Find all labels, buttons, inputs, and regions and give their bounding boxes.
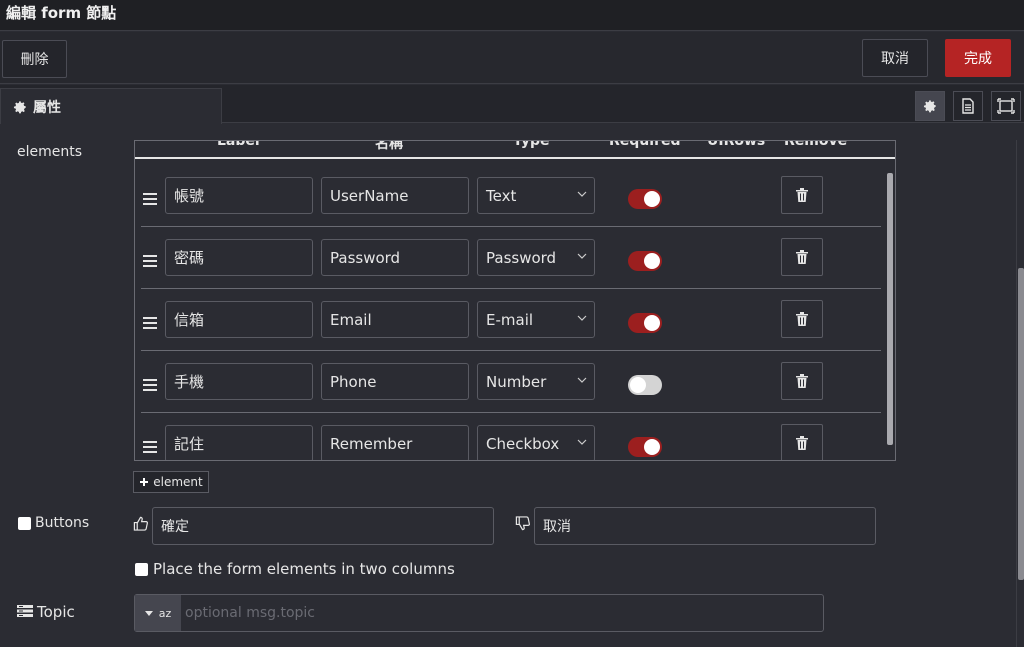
remove-button[interactable] (781, 424, 823, 460)
two-columns-checkbox[interactable] (135, 563, 148, 576)
elements-list: Label 名稱 Type Required UIRows Remove 帳號 … (134, 140, 896, 461)
label-input[interactable]: 手機 (165, 363, 313, 400)
remove-button[interactable] (781, 176, 823, 214)
trash-icon (796, 374, 808, 388)
column-header: Label (217, 140, 260, 149)
type-select[interactable]: E-mail (477, 301, 595, 338)
panel-scrollbar[interactable] (1016, 140, 1024, 647)
type-select-value: E-mail (486, 310, 534, 329)
thumbs-up-icon (133, 516, 148, 531)
drag-handle-icon[interactable] (143, 379, 157, 394)
chevron-down-icon (577, 315, 587, 321)
submit-button-input[interactable]: 確定 (152, 507, 494, 545)
required-toggle[interactable] (628, 375, 662, 395)
drag-handle-icon[interactable] (143, 441, 157, 456)
type-select-value: Password (486, 248, 557, 267)
appearance-icon (997, 98, 1015, 114)
column-header: Type (513, 140, 550, 149)
topic-field[interactable]: az optional msg.topic (134, 594, 824, 632)
description-icon (962, 98, 974, 114)
name-input[interactable]: Password (321, 239, 469, 276)
required-toggle[interactable] (628, 313, 662, 333)
gear-icon (13, 100, 26, 113)
drag-handle-icon[interactable] (143, 255, 157, 270)
cancel-button[interactable]: 取消 (862, 39, 928, 77)
thumbs-down-icon (515, 516, 530, 531)
trash-icon (796, 188, 808, 202)
drag-handle-icon[interactable] (143, 317, 157, 332)
name-input[interactable]: Email (321, 301, 469, 338)
name-input[interactable]: UserName (321, 177, 469, 214)
list-header: Label 名稱 Type Required UIRows Remove (135, 141, 895, 159)
label-input[interactable]: 記住 (165, 425, 313, 460)
remove-button[interactable] (781, 300, 823, 338)
topic-icon (17, 605, 33, 617)
type-select-value: Checkbox (486, 434, 560, 453)
list-item: 密碼 Password Password (141, 227, 881, 289)
title-bar: 編輯 form 節點 (0, 0, 1024, 31)
tab-appearance[interactable] (991, 91, 1021, 121)
buttons-checkbox[interactable] (18, 517, 31, 530)
chevron-down-icon (577, 439, 587, 445)
name-input[interactable]: Remember (321, 425, 469, 460)
trash-icon (796, 250, 808, 264)
chevron-down-icon (577, 191, 587, 197)
type-select-value: Number (486, 372, 547, 391)
topic-type-select[interactable]: az (135, 595, 181, 631)
list-item: 帳號 UserName Text (141, 165, 881, 227)
topic-placeholder: optional msg.topic (185, 605, 315, 621)
window-title: 編輯 form 節點 (6, 4, 117, 22)
done-button[interactable]: 完成 (945, 39, 1011, 77)
tab-settings[interactable] (915, 91, 945, 121)
drag-handle-icon[interactable] (143, 193, 157, 208)
required-toggle[interactable] (628, 437, 662, 457)
add-element-button[interactable]: element (133, 471, 209, 493)
trash-icon (796, 312, 808, 326)
tab-row: 屬性 (0, 85, 1024, 124)
topic-type-label: az (158, 606, 172, 620)
type-select-value: Text (486, 186, 517, 205)
type-select[interactable]: Checkbox (477, 425, 595, 460)
type-select[interactable]: Number (477, 363, 595, 400)
type-select[interactable]: Text (477, 177, 595, 214)
required-toggle[interactable] (628, 189, 662, 209)
gear-icon (923, 100, 936, 113)
column-header: UIRows (707, 140, 766, 149)
remove-button[interactable] (781, 238, 823, 276)
name-input[interactable]: Phone (321, 363, 469, 400)
tab-properties[interactable]: 屬性 (0, 88, 222, 124)
chevron-down-icon (577, 377, 587, 383)
plus-icon (140, 478, 149, 486)
properties-panel: elements Label 名稱 Type Required UIRows R… (0, 124, 1016, 647)
remove-button[interactable] (781, 362, 823, 400)
tab-description[interactable] (953, 91, 983, 121)
column-header: Required (609, 140, 681, 149)
label-input[interactable]: 密碼 (165, 239, 313, 276)
list-item: 手機 Phone Number (141, 351, 881, 413)
toolbar: 刪除 取消 完成 (0, 32, 1024, 84)
column-header: Remove (784, 140, 848, 149)
add-element-label: element (153, 475, 203, 489)
caret-down-icon (144, 610, 153, 616)
label-input[interactable]: 帳號 (165, 177, 313, 214)
topic-label: Topic (37, 603, 75, 621)
list-item: 信箱 Email E-mail (141, 289, 881, 351)
trash-icon (796, 436, 808, 450)
delete-button[interactable]: 刪除 (2, 40, 67, 78)
label-input[interactable]: 信箱 (165, 301, 313, 338)
two-columns-label: Place the form elements in two columns (153, 560, 455, 578)
buttons-label: Buttons (35, 515, 90, 531)
tab-properties-label: 屬性 (33, 99, 61, 116)
elements-label: elements (17, 144, 83, 160)
list-scrollbar[interactable] (885, 159, 895, 459)
required-toggle[interactable] (628, 251, 662, 271)
column-header: 名稱 (375, 140, 403, 152)
chevron-down-icon (577, 253, 587, 259)
type-select[interactable]: Password (477, 239, 595, 276)
cancel-button-input[interactable]: 取消 (534, 507, 876, 545)
list-item: 記住 Remember Checkbox (141, 413, 881, 460)
